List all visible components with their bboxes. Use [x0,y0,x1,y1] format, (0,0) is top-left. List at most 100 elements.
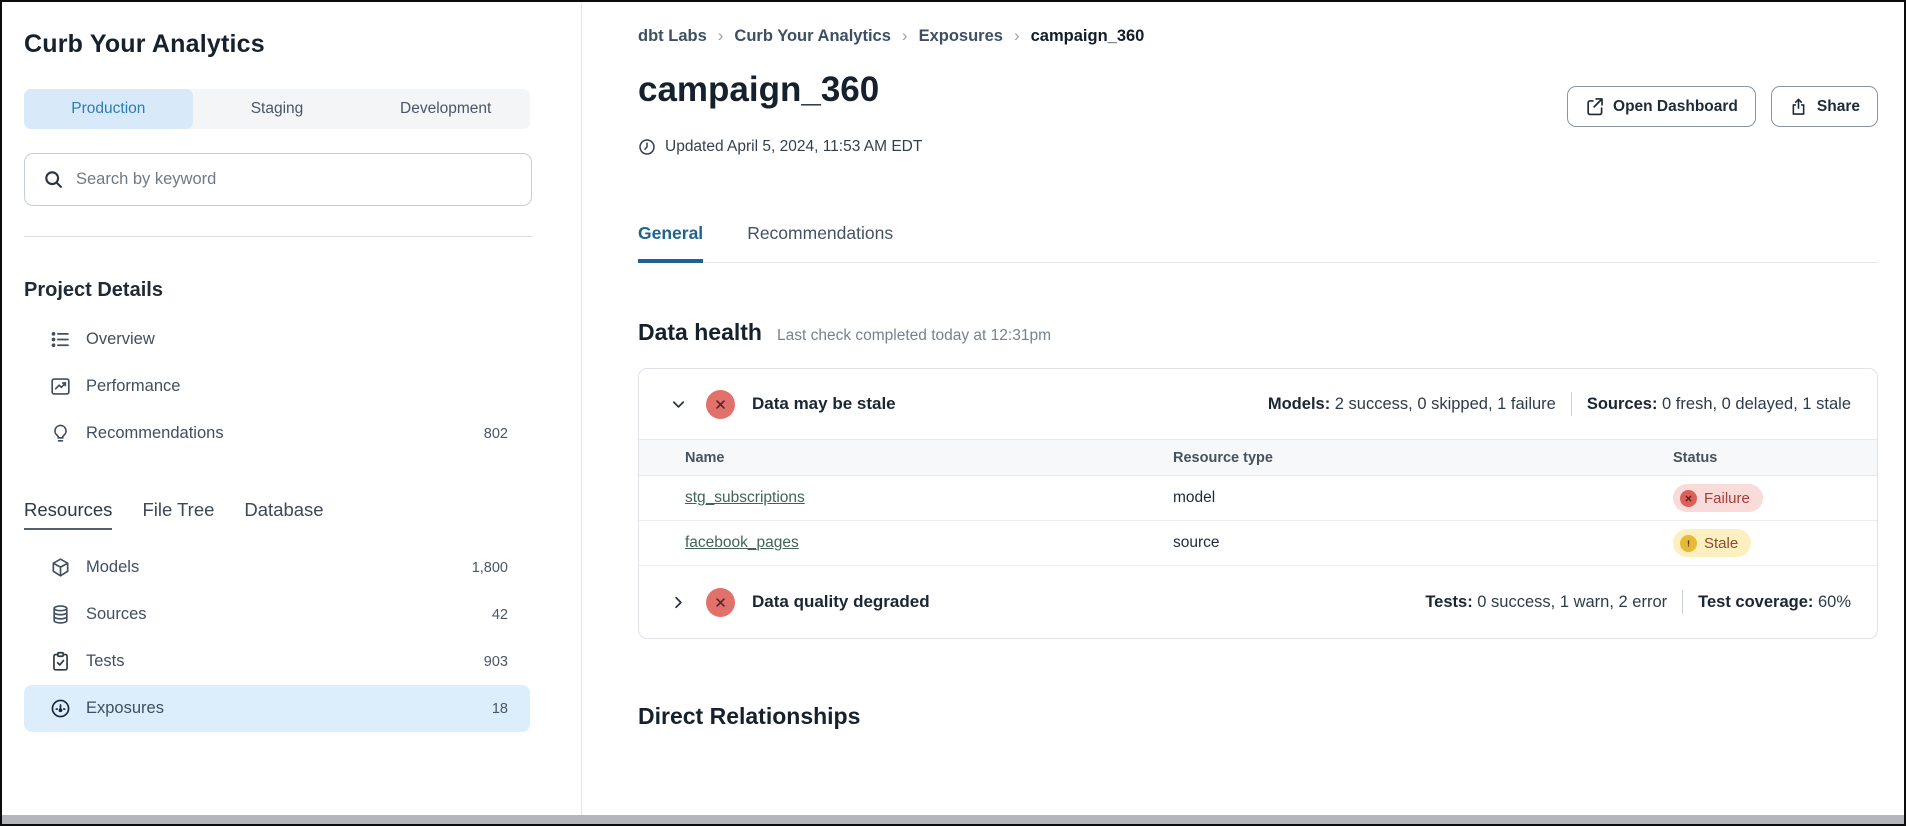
breadcrumb-separator-icon [1014,26,1020,46]
quality-group-row[interactable]: Data quality degraded Tests: 0 success, … [639,566,1877,638]
exposures-count: 18 [492,701,508,717]
x-circle-icon [706,390,735,419]
tab-database[interactable]: Database [244,499,323,530]
database-icon [50,604,71,625]
sidebar-item-label: Performance [86,377,180,396]
list-icon [50,329,71,350]
breadcrumb-separator-icon [902,26,908,46]
sidebar-item-overview[interactable]: Overview [24,316,530,363]
resource-view-tabs: Resources File Tree Database [24,499,531,530]
resource-type: model [1173,489,1673,507]
breadcrumb-exposures[interactable]: Exposures [919,27,1003,46]
stat-divider [1682,590,1683,614]
col-header-resource-type: Resource type [1173,450,1673,466]
project-title: Curb Your Analytics [24,30,531,59]
sidebar-item-models[interactable]: Models 1,800 [24,544,530,591]
sidebar-item-label: Tests [86,652,125,671]
open-dashboard-button[interactable]: Open Dashboard [1567,86,1756,127]
external-link-icon [1585,97,1604,116]
tests-count: 903 [484,654,508,670]
app-window: Curb Your Analytics Production Staging D… [2,2,1904,815]
resource-link[interactable]: facebook_pages [685,534,799,551]
col-header-status: Status [1673,450,1843,466]
main-content: dbt Labs Curb Your Analytics Exposures c… [582,2,1904,815]
cube-icon [50,557,71,578]
resource-link[interactable]: stg_subscriptions [685,489,805,506]
sidebar-item-sources[interactable]: Sources 42 [24,591,530,638]
sidebar-item-label: Overview [86,330,155,349]
env-tab-development[interactable]: Development [361,89,530,129]
breadcrumb: dbt Labs Curb Your Analytics Exposures c… [638,26,1878,46]
sidebar-item-label: Sources [86,605,147,624]
sidebar-item-exposures[interactable]: Exposures 18 [24,685,530,732]
breadcrumb-project[interactable]: Curb Your Analytics [734,27,890,46]
data-health-card: Data may be stale Models: 2 success, 0 s… [638,368,1878,639]
gauge-icon [50,698,71,719]
data-health-heading: Data health [638,319,762,346]
tests-stat: Tests: 0 success, 1 warn, 2 error [1425,593,1667,612]
share-button[interactable]: Share [1771,86,1878,127]
sidebar-item-label: Exposures [86,699,164,718]
env-tab-staging[interactable]: Staging [193,89,362,129]
resources-nav: Models 1,800 Sources 42 [24,544,531,732]
table-row: facebook_pages source Stale [639,521,1877,566]
breadcrumb-account[interactable]: dbt Labs [638,27,707,46]
models-count: 1,800 [472,560,508,576]
sources-count: 42 [492,607,508,623]
models-stat: Models: 2 success, 0 skipped, 1 failure [1268,395,1556,414]
project-details-nav: Overview Performance [24,316,531,457]
resource-type: source [1173,534,1673,552]
breadcrumb-current: campaign_360 [1031,27,1145,46]
project-details-heading: Project Details [24,279,531,302]
environment-switcher: Production Staging Development [24,89,530,129]
open-dashboard-label: Open Dashboard [1613,98,1738,116]
sidebar-item-tests[interactable]: Tests 903 [24,638,530,685]
warning-circle-icon [1680,535,1697,552]
updated-timestamp: Updated April 5, 2024, 11:53 AM EDT [665,138,922,156]
tab-resources[interactable]: Resources [24,499,112,530]
clipboard-check-icon [50,651,71,672]
sidebar-item-performance[interactable]: Performance [24,363,530,410]
chart-icon [50,376,71,397]
quality-group-title: Data quality degraded [752,592,930,612]
header-actions: Open Dashboard Share [1567,86,1878,127]
col-header-name: Name [685,450,1173,466]
status-badge-failure: Failure [1673,484,1763,512]
tab-recommendations[interactable]: Recommendations [747,223,893,263]
tab-general[interactable]: General [638,223,703,263]
data-health-subtext: Last check completed today at 12:31pm [777,327,1051,345]
sources-stat: Sources: 0 fresh, 0 delayed, 1 stale [1587,395,1851,414]
direct-relationships-heading: Direct Relationships [638,703,1878,730]
stale-group-title: Data may be stale [752,394,896,414]
share-label: Share [1817,98,1860,116]
coverage-stat: Test coverage: 60% [1698,593,1851,612]
project-sidebar: Curb Your Analytics Production Staging D… [2,2,582,815]
stat-divider [1571,392,1572,416]
stale-group-row[interactable]: Data may be stale Models: 2 success, 0 s… [639,369,1877,439]
sidebar-divider [24,236,532,237]
sidebar-item-label: Recommendations [86,424,224,443]
search-input[interactable] [76,170,513,189]
quality-group-stats: Tests: 0 success, 1 warn, 2 error Test c… [1425,590,1851,614]
lightbulb-icon [50,423,71,444]
status-badge-stale: Stale [1673,529,1751,557]
clock-icon [638,138,656,156]
sidebar-item-recommendations[interactable]: Recommendations 802 [24,410,530,457]
sidebar-item-label: Models [86,558,139,577]
chevron-right-icon[interactable] [669,593,688,612]
recommendations-count: 802 [484,426,508,442]
window-bottom-edge [2,815,1904,824]
env-tab-production[interactable]: Production [24,89,193,129]
x-circle-icon [1680,490,1697,507]
search-box[interactable] [24,153,532,206]
chevron-down-icon[interactable] [669,395,688,414]
table-header-row: Name Resource type Status [639,440,1877,476]
tab-file-tree[interactable]: File Tree [142,499,214,530]
updated-timestamp-row: Updated April 5, 2024, 11:53 AM EDT [638,138,1878,156]
data-health-header: Data health Last check completed today a… [638,319,1878,346]
detail-tabs: General Recommendations [638,222,1878,263]
stale-group-stats: Models: 2 success, 0 skipped, 1 failure … [1268,392,1851,416]
search-icon [43,169,64,190]
table-row: stg_subscriptions model Failure [639,476,1877,521]
x-circle-icon [706,588,735,617]
